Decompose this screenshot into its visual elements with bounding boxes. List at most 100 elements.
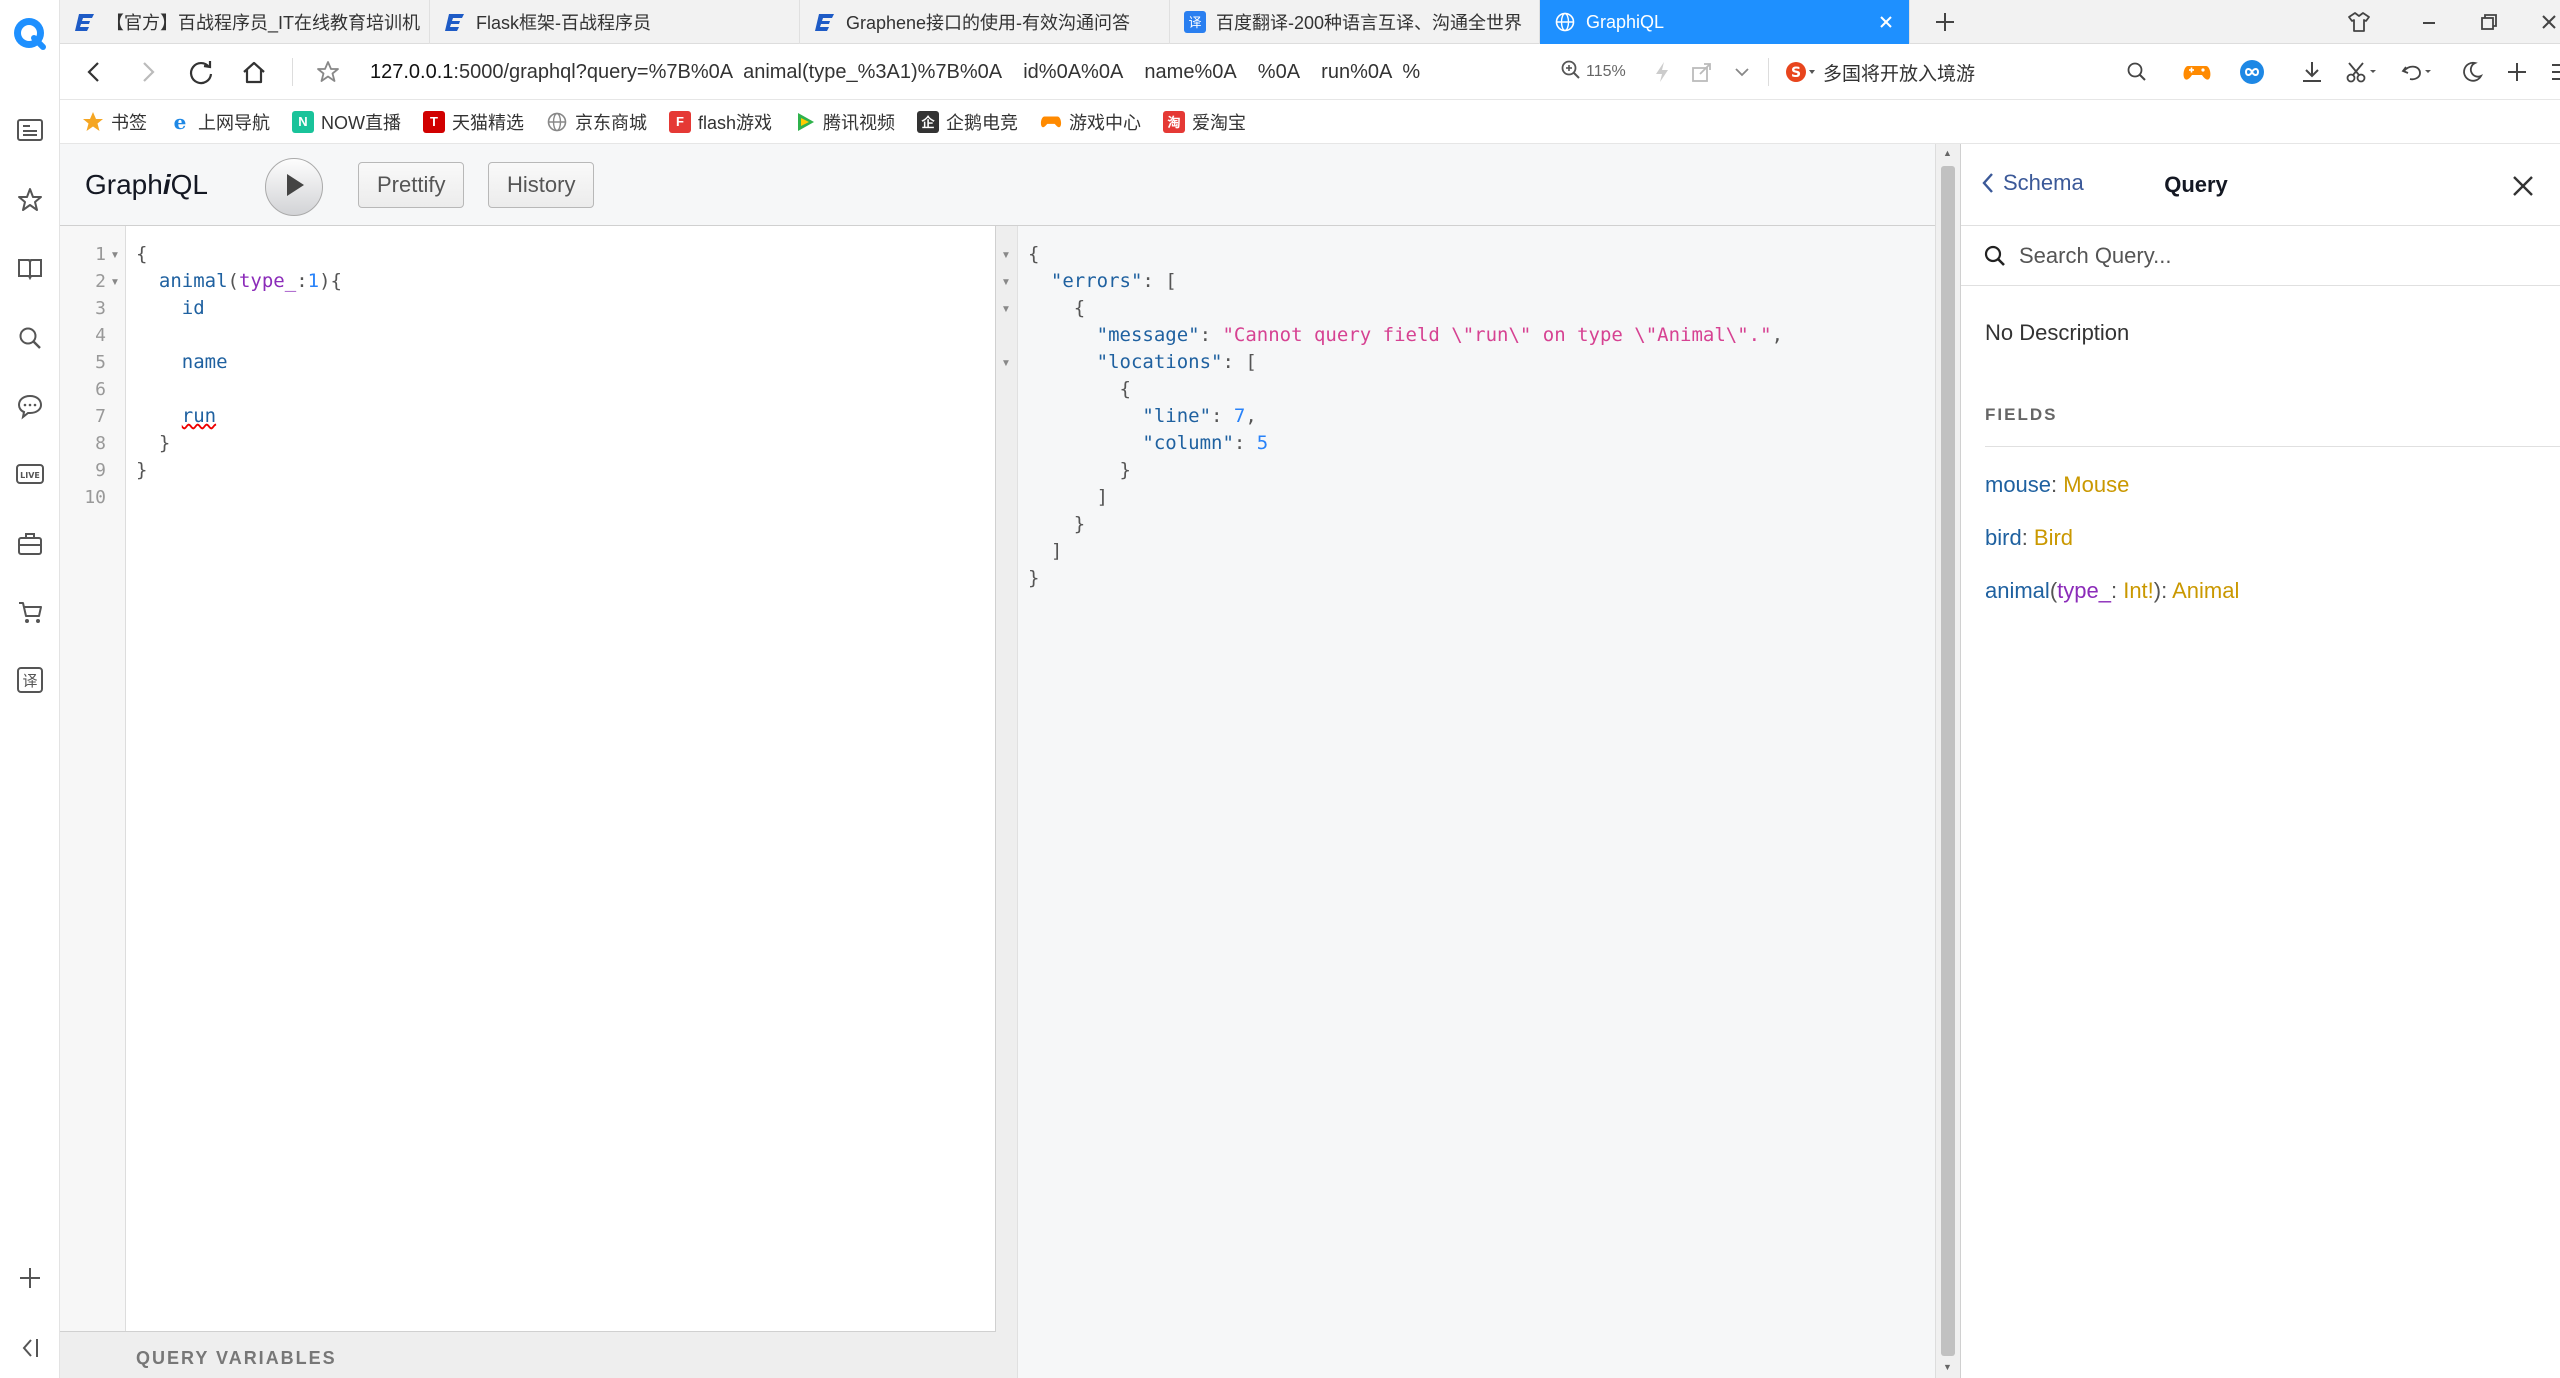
line-number: 2 — [95, 271, 106, 292]
svg-text:译: 译 — [1188, 16, 1201, 31]
fold-arrow-icon[interactable]: ▼ — [1001, 304, 1011, 315]
bookmark-item[interactable]: 企 企鹅电竞 — [917, 109, 1018, 135]
back-icon[interactable] — [78, 56, 110, 88]
collapse-sidebar-icon[interactable] — [14, 1332, 46, 1364]
night-mode-icon[interactable] — [2455, 56, 2489, 88]
line-number: 10 — [84, 487, 106, 508]
query-variables-bar[interactable]: QUERY VARIABLES — [60, 1331, 996, 1378]
fold-arrow-icon[interactable]: ▼ — [1001, 358, 1011, 369]
forward-icon[interactable] — [132, 56, 164, 88]
query-editor[interactable]: 1 ▼ 2 ▼ 3 4 5 6 7 8 9 10 { animal(type_:… — [60, 226, 996, 1378]
field-type-link[interactable]: Animal — [2172, 578, 2239, 603]
result-line: { — [1073, 297, 1086, 319]
bookmark-item[interactable]: T 天猫精选 — [423, 109, 524, 135]
chevron-down-icon[interactable] — [1725, 56, 1759, 88]
reader-icon[interactable] — [14, 114, 46, 146]
bookmark-item[interactable]: 游戏中心 — [1040, 109, 1141, 135]
result-line: ] — [1096, 486, 1109, 508]
play-icon — [281, 171, 307, 204]
field-type-link[interactable]: Bird — [2034, 525, 2073, 550]
search-icon[interactable] — [14, 322, 46, 354]
tab-graphiql[interactable]: GraphiQL — [1540, 0, 1910, 44]
field-type-link[interactable]: Mouse — [2063, 472, 2129, 497]
extension-icon[interactable] — [2235, 56, 2269, 88]
field-name-link[interactable]: animal — [1985, 578, 2050, 603]
close-window-icon[interactable] — [2534, 8, 2560, 36]
close-icon[interactable] — [2509, 172, 2537, 200]
result-line: "column": 5 — [1142, 432, 1269, 454]
field-arg-type-link[interactable]: Int! — [2123, 578, 2154, 603]
translate-icon[interactable]: 译 — [14, 664, 46, 696]
bookmark-item[interactable]: N NOW直播 — [292, 109, 401, 135]
field-mouse: mouse: Mouse — [1985, 472, 2130, 497]
translate-icon: 译 — [1184, 11, 1206, 33]
scrollbar-thumb[interactable] — [1941, 166, 1955, 1356]
field-name-link[interactable]: bird — [1985, 525, 2022, 550]
docs-header: Schema Query — [1961, 144, 2560, 226]
url-field[interactable]: 127.0.0.1:5000/graphql?query=%7B%0A anim… — [370, 58, 1590, 86]
bookmark-item[interactable]: e 上网导航 — [169, 109, 270, 135]
new-tab-icon[interactable] — [1930, 8, 1960, 36]
tab-flask[interactable]: Flask框架-百战程序员 — [430, 0, 800, 44]
reload-icon[interactable] — [185, 56, 217, 88]
live-icon[interactable]: LIVE — [14, 458, 46, 490]
home-icon[interactable] — [238, 56, 270, 88]
code-line: } — [136, 459, 148, 481]
tab-graphene[interactable]: Graphene接口的使用-有效沟通问答 — [800, 0, 1170, 44]
download-icon[interactable] — [2295, 56, 2329, 88]
add-icon[interactable] — [2500, 56, 2534, 88]
result-line: "line": 7, — [1142, 405, 1257, 427]
favorites-star-icon[interactable] — [14, 184, 46, 216]
field-name-link[interactable]: mouse — [1985, 472, 2051, 497]
query-variables-label: QUERY VARIABLES — [136, 1348, 337, 1368]
skin-icon[interactable] — [2344, 8, 2374, 36]
bookmark-star-icon[interactable] — [312, 56, 344, 88]
execute-query-button[interactable] — [265, 158, 323, 216]
bookmark-folder[interactable]: 书签 — [82, 109, 147, 135]
book-icon[interactable] — [14, 252, 46, 284]
fold-arrow-icon[interactable]: ▼ — [1001, 277, 1011, 288]
tab-bz-official[interactable]: 【官方】百战程序员_IT在线教育培训机 — [60, 0, 430, 44]
fold-arrow-icon[interactable]: ▼ — [110, 277, 120, 288]
history-button[interactable]: History — [488, 162, 595, 208]
undo-icon[interactable] — [2400, 56, 2434, 88]
scroll-down-icon[interactable]: ▼ — [1943, 1362, 1952, 1372]
bookmark-item[interactable]: F flash游戏 — [669, 109, 772, 135]
chat-icon[interactable] — [14, 390, 46, 422]
close-tab-icon[interactable] — [1875, 11, 1897, 33]
add-icon[interactable] — [14, 1262, 46, 1294]
fold-arrow-icon[interactable]: ▼ — [110, 250, 120, 261]
field-arg-name: type_ — [2057, 578, 2111, 603]
bookmark-item[interactable]: 京东商城 — [546, 109, 647, 135]
minimize-icon[interactable] — [2414, 8, 2444, 36]
divider — [1768, 58, 1769, 86]
lightning-icon[interactable] — [1645, 56, 1679, 88]
fold-arrow-icon[interactable]: ▼ — [1001, 250, 1011, 261]
flash-icon: F — [669, 110, 691, 133]
restore-icon[interactable] — [2474, 8, 2504, 36]
screenshot-scissors-icon[interactable] — [2345, 56, 2379, 88]
prettify-button[interactable]: Prettify — [358, 162, 465, 208]
type-description: No Description — [1985, 320, 2130, 345]
browser-logo-icon[interactable] — [12, 16, 48, 52]
game-controller-icon[interactable] — [2180, 56, 2214, 88]
star-icon — [82, 111, 104, 133]
bookmark-item[interactable]: 腾讯视频 — [794, 109, 895, 135]
address-search-box[interactable]: S 多国将开放入境游 — [1785, 56, 2165, 88]
tencent-video-icon — [794, 111, 816, 133]
share-icon[interactable] — [1685, 56, 1719, 88]
docs-search-input[interactable] — [2019, 242, 2539, 269]
menu-icon[interactable] — [2545, 56, 2560, 88]
shopping-cart-icon[interactable] — [14, 596, 46, 628]
bookmark-item[interactable]: 淘 爱淘宝 — [1163, 109, 1246, 135]
result-line: } — [1028, 567, 1040, 589]
zoom-indicator[interactable]: 115% — [1560, 60, 1626, 84]
scroll-up-icon[interactable]: ▲ — [1943, 148, 1952, 158]
toolbox-icon[interactable] — [14, 528, 46, 560]
zoom-icon — [1560, 59, 1582, 86]
page-scrollbar[interactable]: ▲ ▼ — [1935, 144, 1960, 1378]
tab-baidu-translate[interactable]: 译 百度翻译-200种语言互译、沟通全世界 — [1170, 0, 1540, 44]
result-line: } — [1073, 513, 1086, 535]
result-gutter: ▼ ▼ ▼ ▼ — [996, 226, 1018, 1378]
search-icon[interactable] — [2120, 56, 2154, 88]
